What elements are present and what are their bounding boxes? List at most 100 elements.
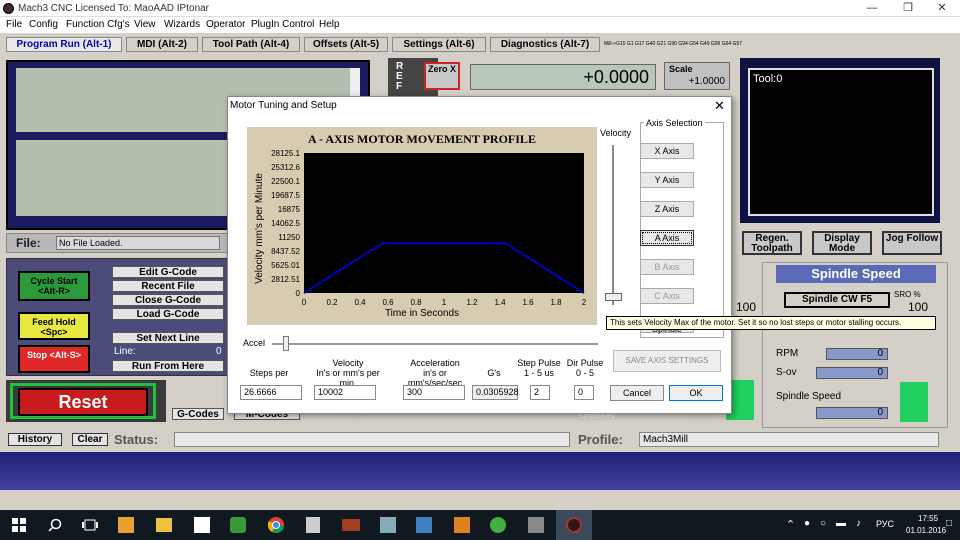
dir-pulse-input[interactable]: 0 <box>574 385 594 400</box>
run-from-here-button[interactable]: Run From Here <box>112 360 224 372</box>
recent-file-button[interactable]: Recent File <box>112 280 224 292</box>
c-axis-button[interactable]: C Axis <box>640 288 694 304</box>
accel-slider-thumb[interactable] <box>283 336 289 351</box>
spindle-speed-label: Spindle Speed <box>776 391 842 402</box>
menu-config[interactable]: Config <box>29 19 58 30</box>
tab-settings[interactable]: Settings (Alt-6) <box>392 37 486 52</box>
save-axis-settings-button[interactable]: SAVE AXIS SETTINGS <box>613 350 721 372</box>
y-tick-label: 22500.1 <box>271 177 300 186</box>
acceleration-input[interactable]: 300 <box>403 385 465 400</box>
close-icon[interactable]: ✕ <box>932 2 952 15</box>
cancel-button[interactable]: Cancel <box>610 385 664 401</box>
clock-time[interactable]: 17:55 <box>918 514 938 523</box>
step-pulse-label: Step Pulse <box>517 358 561 368</box>
feed-hold-button[interactable]: Feed Hold <Spc> <box>18 312 90 340</box>
z-axis-button[interactable]: Z Axis <box>640 201 694 217</box>
app-icon-5[interactable] <box>416 517 432 533</box>
app-icon-8[interactable] <box>528 517 544 533</box>
velocity-slider-label: Velocity <box>600 128 632 138</box>
b-axis-button[interactable]: B Axis <box>640 259 694 275</box>
step-pulse-input[interactable]: 2 <box>530 385 550 400</box>
menu-operator[interactable]: Operator <box>206 19 245 30</box>
tab-tool-path[interactable]: Tool Path (Alt-4) <box>202 37 300 52</box>
tray-chevron-icon[interactable]: ⌃ <box>786 518 795 531</box>
profile-field: Mach3Mill <box>639 432 939 447</box>
language-indicator[interactable]: РУС <box>876 519 894 529</box>
status-label: Status: <box>114 432 159 447</box>
velocity-input[interactable]: 10002 <box>314 385 376 400</box>
tab-program-run[interactable]: Program Run (Alt-1) <box>6 37 122 52</box>
axis-selection-label: Axis Selection <box>644 118 705 128</box>
mach3-task[interactable] <box>556 510 592 540</box>
minimize-icon[interactable]: — <box>862 2 882 15</box>
toolpath-display[interactable]: Tool:0 <box>748 68 934 216</box>
history-button[interactable]: History <box>8 433 62 446</box>
sro-value: 100 <box>908 300 929 314</box>
menu-function-cfgs[interactable]: Function Cfg's <box>66 19 130 30</box>
stop-button[interactable]: Stop <Alt-S> <box>18 345 90 373</box>
search-icon[interactable] <box>48 518 62 532</box>
velocity-slider-track[interactable] <box>612 145 614 305</box>
scale-value[interactable]: +1.0000 <box>689 76 725 87</box>
y-axis-button[interactable]: Y Axis <box>640 172 694 188</box>
a-axis-button[interactable]: A Axis <box>640 230 694 246</box>
tab-diagnostics[interactable]: Diagnostics (Alt-7) <box>490 37 600 52</box>
velocity-slider-thumb[interactable] <box>605 293 622 301</box>
spindle-speed-value[interactable]: 0 <box>816 407 888 419</box>
network-icon[interactable]: ▬ <box>836 518 846 529</box>
dialog-title: Motor Tuning and Setup <box>230 100 337 111</box>
tray-icon-1[interactable]: ● <box>804 518 810 529</box>
ok-button[interactable]: OK <box>669 385 723 401</box>
clock-date[interactable]: 01.01.2016 <box>906 526 946 535</box>
edit-gcode-button[interactable]: Edit G-Code <box>112 266 224 278</box>
volume-icon[interactable]: ♪ <box>856 518 861 529</box>
x-tick-label: 1.4 <box>494 298 506 307</box>
tray-icon-2[interactable]: ○ <box>820 518 826 529</box>
jog-follow-button[interactable]: Jog Follow <box>882 231 942 255</box>
x-axis-button[interactable]: X Axis <box>640 143 694 159</box>
menu-wizards[interactable]: Wizards <box>164 19 200 30</box>
chrome-icon[interactable] <box>268 517 284 533</box>
y-tick-label: 14062.5 <box>271 219 300 228</box>
windows-start-icon[interactable] <box>12 518 26 532</box>
reset-button[interactable]: Reset <box>18 388 148 416</box>
display-mode-button[interactable]: Display Mode <box>812 231 872 255</box>
spindle-cw-button[interactable]: Spindle CW F5 <box>784 292 890 308</box>
accel-slider-track[interactable] <box>272 343 598 345</box>
gcodes-button[interactable]: G-Codes <box>172 408 224 420</box>
menu-view[interactable]: View <box>134 19 156 30</box>
task-view-icon[interactable] <box>82 518 98 532</box>
menu-help[interactable]: Help <box>319 19 340 30</box>
load-gcode-button[interactable]: Load G-Code <box>112 308 224 320</box>
app-icon-7[interactable] <box>490 517 506 533</box>
menu-file[interactable]: File <box>6 19 22 30</box>
tab-mdi[interactable]: MDI (Alt-2) <box>126 37 198 52</box>
step-pulse-range: 1 - 5 us <box>523 368 554 378</box>
calculator-icon[interactable] <box>306 517 320 533</box>
zero-x-button[interactable]: Zero X <box>424 62 460 90</box>
app-icon-1[interactable] <box>118 517 134 533</box>
notifications-icon[interactable]: □ <box>946 518 952 529</box>
app-icon-4[interactable] <box>380 517 396 533</box>
store-icon[interactable] <box>194 517 210 533</box>
status-field <box>174 432 570 447</box>
bottom-strip <box>0 490 960 510</box>
app-icon-6[interactable] <box>454 517 470 533</box>
dialog-close-icon[interactable]: ✕ <box>714 98 725 114</box>
restore-icon[interactable]: ❐ <box>898 2 918 15</box>
menu-plugin-control[interactable]: PlugIn Control <box>251 19 314 30</box>
set-next-line-button[interactable]: Set Next Line <box>112 332 224 344</box>
active-gcodes: Mill->G15 G1 G17 G40 G21 G90 G94 G54 G49… <box>604 41 742 47</box>
file-explorer-icon[interactable] <box>156 518 172 532</box>
x-dro[interactable]: +0.0000 <box>470 64 656 90</box>
tab-offsets[interactable]: Offsets (Alt-5) <box>304 37 388 52</box>
app-icon-3[interactable] <box>342 519 360 531</box>
steps-per-input[interactable]: 26.6666 <box>240 385 302 400</box>
window-title: Mach3 CNC Licensed To: MaoAAD IPtonar <box>18 3 210 14</box>
cycle-start-button[interactable]: Cycle Start <Alt-R> <box>18 271 90 301</box>
app-icon-2[interactable] <box>230 517 246 533</box>
clear-button[interactable]: Clear <box>72 433 108 446</box>
close-gcode-button[interactable]: Close G-Code <box>112 294 224 306</box>
regen-toolpath-button[interactable]: Regen. Toolpath <box>742 231 802 255</box>
steps-per-label: Steps per <box>249 368 289 378</box>
